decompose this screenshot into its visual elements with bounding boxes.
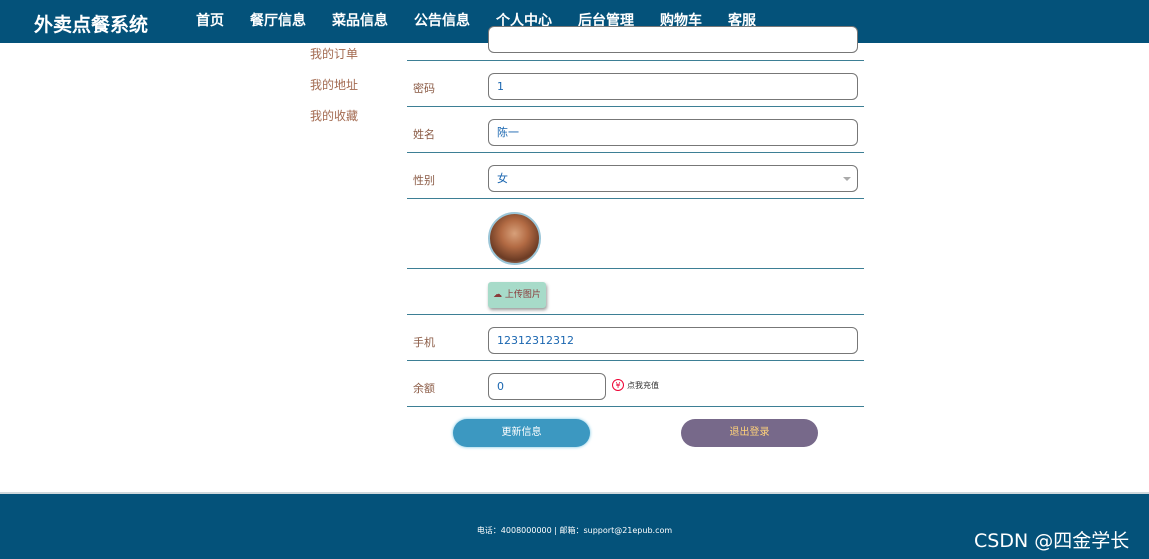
form-row-avatar	[407, 199, 864, 269]
form-row-password: 密码 1	[407, 61, 864, 107]
phone-label: 手机	[413, 336, 435, 349]
balance-field[interactable]: 0	[488, 373, 606, 400]
form-row-username	[407, 26, 864, 61]
chevron-down-icon	[843, 177, 851, 181]
form-row-upload: ☁ 上传图片	[407, 269, 864, 315]
nav-home[interactable]: 首页	[196, 0, 224, 43]
sidebar-item-orders[interactable]: 我的订单	[310, 46, 358, 77]
recharge-link[interactable]: 点我充值	[627, 380, 659, 391]
logout-button[interactable]: 退出登录	[681, 419, 818, 447]
gender-select[interactable]: 女	[488, 165, 858, 192]
cloud-upload-icon: ☁	[493, 290, 503, 300]
avatar	[488, 212, 541, 265]
update-info-button[interactable]: 更新信息	[453, 419, 590, 447]
gender-value: 女	[497, 172, 508, 185]
form-row-name: 姓名 陈一	[407, 107, 864, 153]
name-label: 姓名	[413, 128, 435, 141]
form-row-gender: 性别 女	[407, 153, 864, 199]
upload-image-button[interactable]: ☁ 上传图片	[488, 282, 546, 308]
name-field[interactable]: 陈一	[488, 119, 858, 146]
form-row-balance: 余额 0 ¥ 点我充值	[407, 361, 864, 407]
gender-label: 性别	[413, 174, 435, 187]
nav-restaurant-info[interactable]: 餐厅信息	[250, 0, 306, 43]
personal-sidebar: 我的订单 我的地址 我的收藏	[310, 46, 358, 139]
password-label: 密码	[413, 82, 435, 95]
password-field[interactable]: 1	[488, 73, 858, 100]
balance-label: 余额	[413, 382, 435, 395]
yuan-icon: ¥	[612, 379, 624, 391]
nav-announcements[interactable]: 公告信息	[414, 0, 470, 43]
form-row-phone: 手机 12312312312	[407, 315, 864, 361]
username-field[interactable]	[488, 26, 858, 53]
sidebar-item-favorites[interactable]: 我的收藏	[310, 108, 358, 139]
watermark: CSDN @四金学长	[974, 530, 1130, 552]
upload-label: 上传图片	[504, 290, 541, 300]
site-brand: 外卖点餐系统	[34, 14, 149, 36]
nav-dish-info[interactable]: 菜品信息	[332, 0, 388, 43]
phone-field[interactable]: 12312312312	[488, 327, 858, 354]
sidebar-item-address[interactable]: 我的地址	[310, 77, 358, 108]
profile-form: 密码 1 姓名 陈一 性别 女 ☁ 上传图片 手机 12312312312 余额…	[407, 26, 864, 407]
